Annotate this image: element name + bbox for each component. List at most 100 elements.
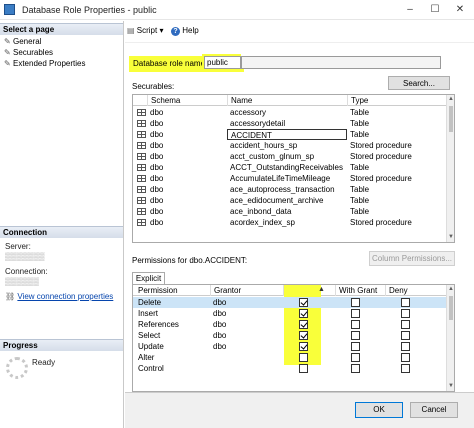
select-page-header: Select a page [0, 23, 123, 35]
deny-checkbox[interactable] [401, 298, 410, 307]
cancel-button[interactable]: Cancel [410, 402, 458, 418]
securables-scrollbar[interactable]: ▲ ▼ [446, 95, 454, 242]
with-grant-checkbox[interactable] [351, 320, 360, 329]
minimize-button[interactable]: – [398, 2, 422, 17]
script-icon: ▤ [127, 26, 137, 35]
search-button[interactable]: Search... [388, 76, 450, 90]
securables-grid[interactable]: Schema Name Type dbo accessory Table dbo… [132, 94, 455, 243]
connection-label: Connection: [5, 267, 48, 276]
deny-checkbox[interactable] [401, 364, 410, 373]
table-row[interactable]: dbo AccumulateLifeTimeMileage Stored pro… [133, 173, 446, 184]
col-permission[interactable]: Permission [135, 285, 210, 296]
page-extended-properties[interactable]: ✎ Extended Properties [4, 59, 86, 70]
cell-type: Table [350, 130, 370, 139]
cell-name: ace_edidocument_archive [230, 196, 324, 205]
col-grantor[interactable]: Grantor [210, 285, 283, 296]
wrench-icon: ✎ [4, 59, 11, 68]
scroll-thumb[interactable] [449, 106, 453, 132]
table-row[interactable]: dbo acct_custom_glnum_sp Stored procedur… [133, 151, 446, 162]
column-permissions-button[interactable]: Column Permissions... [369, 251, 455, 266]
script-button[interactable]: ▤ Script ▾ [127, 26, 163, 38]
table-row[interactable]: dbo ACCT_OutstandingReceivables Table [133, 162, 446, 173]
permission-row[interactable]: Delete dbo [133, 297, 446, 308]
table-icon [137, 208, 146, 215]
connection-header: Connection [0, 226, 123, 238]
role-name-label: Database role name: [133, 59, 208, 68]
grant-checkbox[interactable] [299, 331, 308, 340]
table-row[interactable]: dbo ace_inbond_data Table [133, 206, 446, 217]
with-grant-checkbox[interactable] [351, 331, 360, 340]
page-general[interactable]: ✎ General [4, 37, 41, 48]
with-grant-checkbox[interactable] [351, 342, 360, 351]
grant-checkbox[interactable] [299, 353, 308, 362]
permissions-scrollbar[interactable]: ▲ ▼ [446, 285, 454, 391]
with-grant-checkbox[interactable] [351, 353, 360, 362]
cell-grantor: dbo [213, 298, 227, 307]
table-row[interactable]: dbo acordex_index_sp Stored procedure [133, 217, 446, 228]
cell-type: Stored procedure [350, 174, 412, 183]
table-row[interactable]: dbo ace_autoprocess_transaction Table [133, 184, 446, 195]
table-row-selected[interactable]: dbo ACCIDENT Table [133, 129, 446, 140]
with-grant-checkbox[interactable] [351, 298, 360, 307]
permission-row[interactable]: Insert dbo [133, 308, 446, 319]
with-grant-checkbox[interactable] [351, 364, 360, 373]
grant-checkbox[interactable] [299, 342, 308, 351]
table-row[interactable]: dbo accident_hours_sp Stored procedure [133, 140, 446, 151]
cell-schema: dbo [150, 207, 164, 216]
cell-name: accident_hours_sp [230, 141, 298, 150]
script-label: Script [136, 26, 158, 35]
page-label: Securables [13, 48, 54, 57]
cell-name: accessory [230, 108, 267, 117]
title-bar: Database Role Properties - public – ☐ ✕ [0, 0, 474, 20]
col-with-grant[interactable]: With Grant [335, 285, 385, 296]
permission-row[interactable]: Control [133, 363, 446, 374]
grant-checkbox[interactable] [299, 364, 308, 373]
col-deny[interactable]: Deny [385, 285, 446, 296]
permissions-grid[interactable]: Permission Grantor Grant With Grant Deny… [132, 284, 455, 392]
table-row[interactable]: dbo accessorydetail Table [133, 118, 446, 129]
securables-header: Schema Name Type [133, 95, 446, 106]
cell-name: ace_autoprocess_transaction [230, 185, 335, 194]
deny-checkbox[interactable] [401, 320, 410, 329]
grant-checkbox[interactable] [299, 298, 308, 307]
with-grant-checkbox[interactable] [351, 309, 360, 318]
deny-checkbox[interactable] [401, 331, 410, 340]
role-name-value: public [204, 56, 241, 69]
ok-button[interactable]: OK [355, 402, 403, 418]
help-button[interactable]: ? Help [171, 26, 199, 38]
close-button[interactable]: ✕ [448, 2, 472, 17]
view-connection-properties-link[interactable]: ⛓ View connection properties [5, 292, 113, 301]
permission-row[interactable]: Select dbo [133, 330, 446, 341]
deny-checkbox[interactable] [401, 309, 410, 318]
scroll-up-icon[interactable]: ▲ [447, 285, 454, 294]
permission-row[interactable]: Alter [133, 352, 446, 363]
grant-checkbox[interactable] [299, 309, 308, 318]
col-name[interactable]: Name [227, 95, 347, 106]
page-securables[interactable]: ✎ Securables [4, 48, 53, 59]
table-icon [137, 175, 146, 182]
col-schema[interactable]: Schema [147, 95, 227, 106]
scroll-thumb[interactable] [449, 296, 453, 320]
cell-schema: dbo [150, 119, 164, 128]
scroll-down-icon[interactable]: ▼ [447, 382, 454, 391]
connection-value: ▒▒▒▒▒▒ [5, 277, 40, 286]
cell-grantor [210, 363, 283, 374]
permission-row[interactable]: Update dbo [133, 341, 446, 352]
permission-row[interactable]: References dbo [133, 319, 446, 330]
permissions-label: Permissions for dbo.ACCIDENT: [132, 256, 248, 265]
scroll-down-icon[interactable]: ▼ [447, 233, 454, 242]
cell-type: Table [350, 207, 370, 216]
deny-checkbox[interactable] [401, 342, 410, 351]
table-icon [137, 219, 146, 226]
grant-checkbox[interactable] [299, 320, 308, 329]
role-name-field[interactable] [241, 56, 441, 69]
cell-permission: Alter [138, 353, 155, 362]
cell-grantor: dbo [213, 342, 227, 351]
maximize-button[interactable]: ☐ [423, 2, 447, 17]
deny-checkbox[interactable] [401, 353, 410, 362]
col-type[interactable]: Type [347, 95, 446, 106]
scroll-up-icon[interactable]: ▲ [447, 95, 454, 104]
table-row[interactable]: dbo ace_edidocument_archive Table [133, 195, 446, 206]
left-panel: Select a page ✎ General ✎ Securables ✎ Exte… [0, 21, 124, 428]
table-row[interactable]: dbo accessory Table [133, 107, 446, 118]
